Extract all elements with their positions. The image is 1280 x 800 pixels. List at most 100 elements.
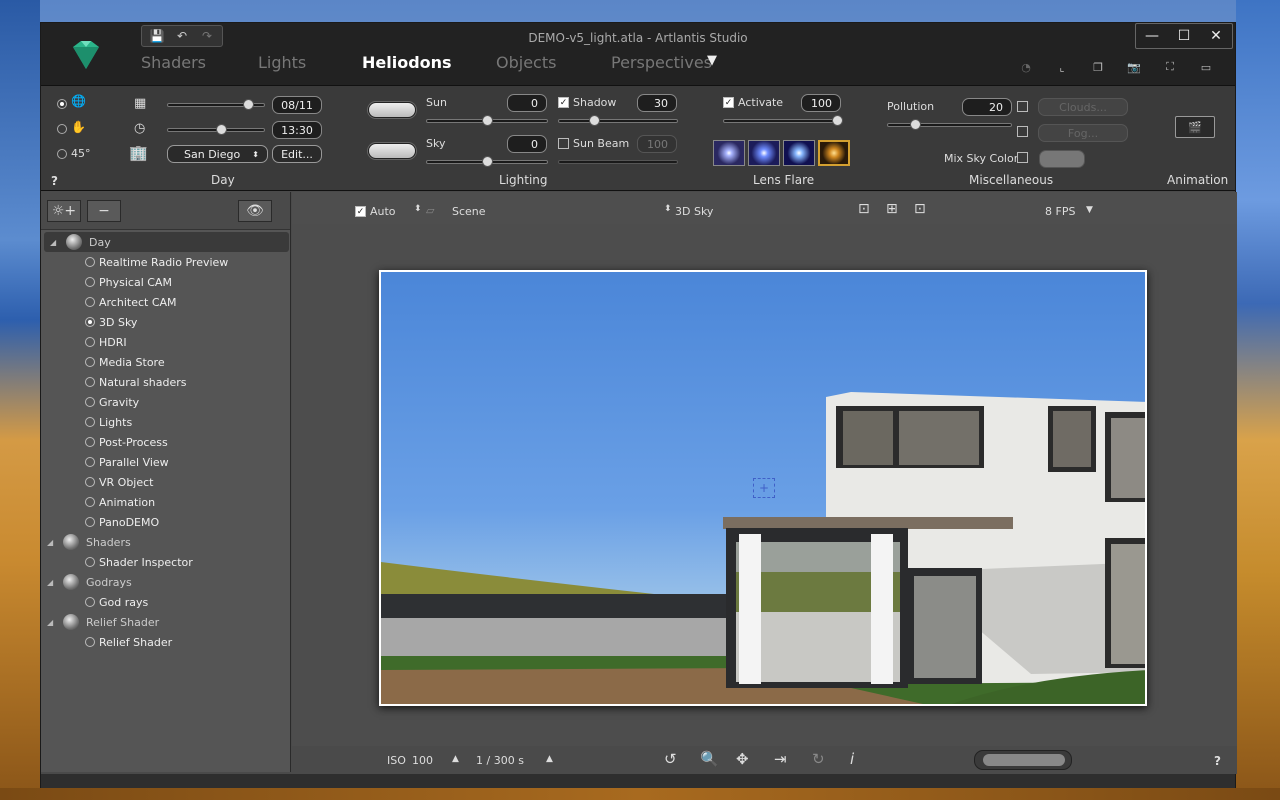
tab-shaders[interactable]: Shaders [141,53,258,77]
help-icon[interactable]: ? [51,174,58,188]
edit-location-button[interactable]: Edit... [272,145,322,163]
tree-item-radio[interactable] [85,317,95,327]
expand-triangle-icon[interactable]: ◢ [47,538,53,547]
tree-item-radio[interactable] [85,557,95,567]
tree-item-radio[interactable] [85,477,95,487]
tree-item-radio[interactable] [85,597,95,607]
shutter-value[interactable]: 1 / 300 s [476,754,524,767]
clouds-checkbox[interactable] [1017,101,1028,112]
fog-checkbox[interactable] [1017,126,1028,137]
tree-group[interactable]: ◢ Relief Shader [41,612,289,632]
fps-label[interactable]: 8 FPS [1045,205,1075,218]
tree-item-radio[interactable] [85,277,95,287]
perspectives-dropdown-icon[interactable]: ▼ [707,53,727,77]
walk-icon[interactable]: ⇥ [774,750,787,768]
window-icon[interactable]: ❐ [1087,57,1109,77]
monitor-icon[interactable]: ▭ [1195,57,1217,77]
time-field[interactable]: 13:30 [272,121,322,139]
iso-up-icon[interactable]: ▲ [452,754,459,764]
shadow-value-field[interactable]: 30 [637,94,677,112]
tree-group[interactable]: ◢ Godrays [41,572,289,592]
tree-item[interactable]: VR Object [41,472,289,492]
tree-item[interactable]: Post-Process [41,432,289,452]
tree-item-radio[interactable] [85,497,95,507]
tree-item-radio[interactable] [85,297,95,307]
navigation-scrollbar[interactable] [974,750,1072,770]
expand-triangle-icon[interactable]: ◢ [50,238,56,247]
city-select[interactable]: San Diego ⬍ [167,145,268,163]
sky-slider[interactable] [426,156,548,167]
tab-objects[interactable]: Objects [496,53,611,77]
tree-item-radio[interactable] [85,377,95,387]
tree-item-radio[interactable] [85,417,95,427]
tab-heliodons[interactable]: Heliodons [362,53,496,77]
tree-item-radio[interactable] [85,397,95,407]
date-field[interactable]: 08/11 [272,96,322,114]
target-icon[interactable]: ⊞ [886,201,898,217]
tree-item[interactable]: Parallel View [41,452,289,472]
tree-item-radio[interactable] [85,337,95,347]
expand-icon[interactable]: ⊡ [914,201,926,217]
tree-item-radio[interactable] [85,517,95,527]
tree-item-radio[interactable] [85,357,95,367]
tree-item[interactable]: Architect CAM [41,292,289,312]
tree-item[interactable]: Realtime Radio Preview [41,252,289,272]
sun-value-field[interactable]: 0 [507,94,547,112]
rotate-icon[interactable]: ↺ [664,750,677,768]
mix-sky-color-swatch[interactable] [1039,150,1085,168]
tree-item-radio[interactable] [85,457,95,467]
shadow-checkbox[interactable]: ✓ [558,97,569,108]
axis-icon[interactable]: ⌞ [1051,57,1073,77]
timer-icon[interactable]: ◔ [1015,57,1037,77]
angle-mode-radio[interactable] [57,149,67,159]
sunbeam-slider[interactable] [558,160,678,164]
render-preview[interactable]: + [379,270,1147,706]
lens-flare-preset-3[interactable] [783,140,815,166]
fps-dropdown-icon[interactable]: ▼ [1086,205,1093,215]
tree-item[interactable]: Animation [41,492,289,512]
pan-icon[interactable]: ✥ [736,750,749,768]
pollution-value-field[interactable]: 20 [962,98,1012,116]
tree-item-radio[interactable] [85,437,95,447]
maximize-button[interactable]: ☐ [1168,24,1200,48]
visibility-eye-icon[interactable]: 👁 [238,200,272,222]
lens-flare-preset-4[interactable] [818,140,850,166]
viewport-help-icon[interactable]: ? [1214,754,1221,768]
date-slider[interactable] [167,99,265,110]
tree-item[interactable]: Natural shaders [41,372,289,392]
lens-flare-value-field[interactable]: 100 [801,94,841,112]
tree-item[interactable]: Lights [41,412,289,432]
tree-item-radio[interactable] [85,257,95,267]
tree-item[interactable]: Physical CAM [41,272,289,292]
tree-item[interactable]: Shader Inspector [41,552,289,572]
sunbeam-checkbox[interactable] [558,138,569,149]
auto-checkbox[interactable]: ✓ [355,206,366,217]
sun-mode-radio[interactable] [57,99,67,109]
expand-triangle-icon[interactable]: ◢ [47,578,53,587]
tree-item[interactable]: HDRI [41,332,289,352]
tree-item[interactable]: Relief Shader [41,632,289,652]
tree-item[interactable]: 3D Sky [41,312,289,332]
tree-group[interactable]: ◢ Day [44,232,289,252]
zoom-icon[interactable]: 🔍 [700,750,719,768]
mix-sky-color-checkbox[interactable] [1017,152,1028,163]
tree-item[interactable]: PanoDEMO [41,512,289,532]
manual-mode-radio[interactable] [57,124,67,134]
tree-item-radio[interactable] [85,637,95,647]
sky-color-swatch[interactable] [368,143,416,159]
frame-icon[interactable]: ⊡ [858,201,870,217]
fog-button[interactable]: Fog... [1038,124,1128,142]
sunbeam-value-field[interactable]: 100 [637,135,677,153]
sky-selector-label[interactable]: 3D Sky [675,205,713,218]
lens-flare-preset-2[interactable] [748,140,780,166]
remove-heliodon-button[interactable]: − [87,200,121,222]
scene-label[interactable]: Scene [452,205,486,218]
iso-value[interactable]: 100 [412,754,433,767]
scene-stepper-icon[interactable]: ⬍ [414,204,422,214]
tab-lights[interactable]: Lights [258,53,362,77]
close-button[interactable]: ✕ [1200,24,1232,48]
clouds-button[interactable]: Clouds... [1038,98,1128,116]
info-icon[interactable]: i [850,750,854,768]
light-target-marker-icon[interactable]: + [753,478,775,498]
lens-flare-activate-checkbox[interactable]: ✓ [723,97,734,108]
